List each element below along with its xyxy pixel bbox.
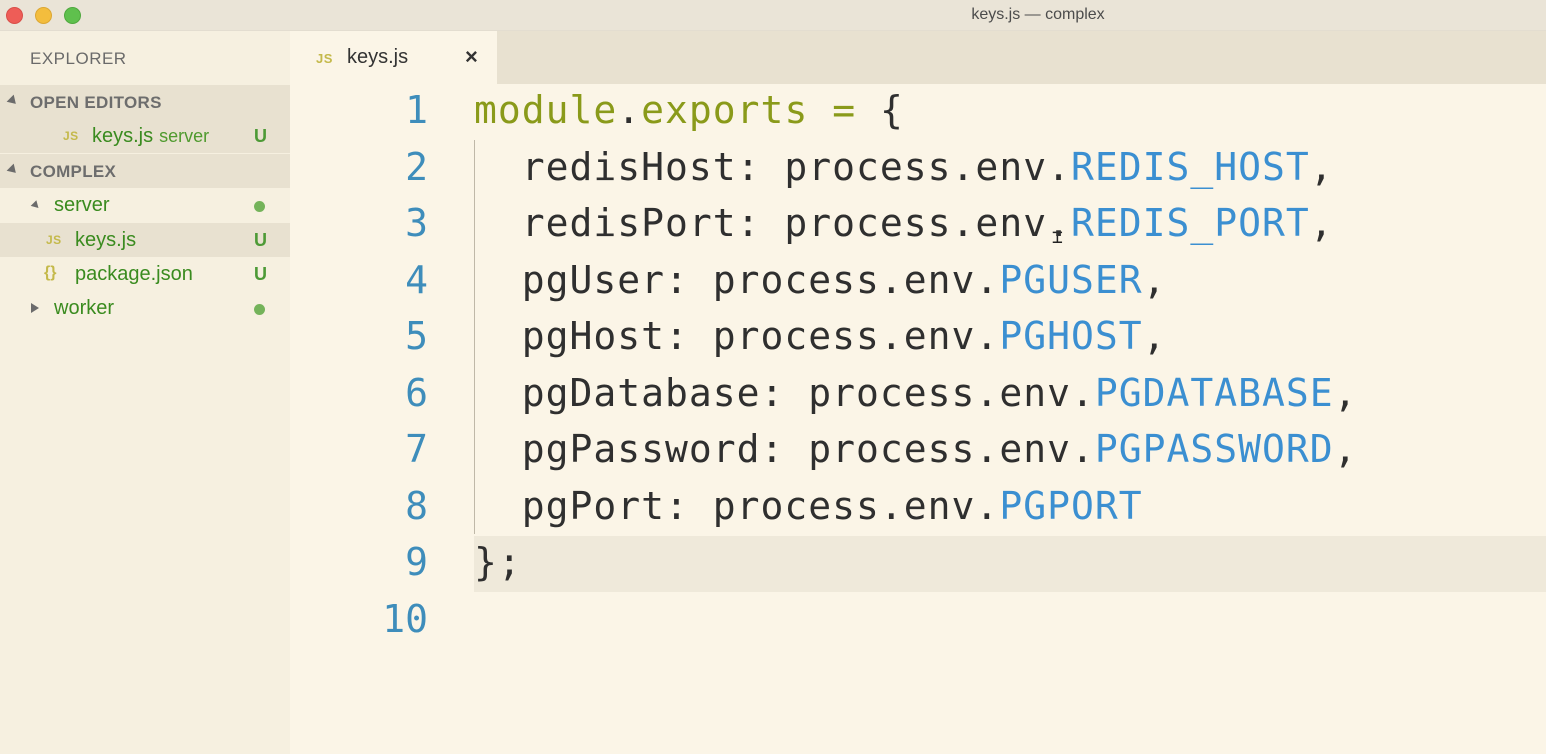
code-text: redisPort: process.env.REDIS_PORT, [474, 201, 1334, 245]
open-editor-item-keys-js[interactable]: JS keys.js server U [0, 119, 290, 153]
code-editor[interactable]: 1 module.exports = {2 redisHost: process.… [290, 84, 1546, 754]
untracked-badge: U [254, 126, 267, 146]
folder-label: server [54, 194, 110, 216]
code-token: exports [641, 88, 809, 132]
line-number: 8 [405, 484, 428, 528]
code-token: module [474, 88, 618, 132]
env-var-token: PGPORT [999, 484, 1143, 528]
project-name-label: COMPLEX [30, 162, 117, 181]
chevron-down-icon [6, 163, 20, 177]
code-line[interactable]: 7 pgPassword: process.env.PGPASSWORD, [290, 423, 1546, 479]
code-text: }; [474, 540, 522, 584]
folder-server[interactable]: server [0, 188, 290, 222]
open-editor-folder-desc: server [159, 126, 210, 146]
tab-keys-js[interactable]: JS keys.js × [290, 31, 497, 84]
code-token: , [1142, 314, 1167, 358]
explorer-title: EXPLORER [30, 49, 127, 68]
code-text: pgPort: process.env.PGPORT [474, 484, 1143, 528]
code-token: . [617, 88, 642, 132]
code-line[interactable]: 3 redisPort: process.env.REDIS_PORT, [290, 197, 1546, 253]
code-token: { [879, 88, 904, 132]
code-token: , [1309, 145, 1334, 189]
editor-tab-bar: JS keys.js × [290, 31, 1546, 84]
code-line[interactable]: 1 module.exports = { [290, 84, 1546, 140]
code-token: pgUser: process.env. [474, 258, 1000, 302]
title-bar: keys.js — complex [0, 0, 1546, 31]
tab-label: keys.js [347, 46, 409, 68]
code-text: pgPassword: process.env.PGPASSWORD, [474, 427, 1358, 471]
code-token: pgPort: process.env. [474, 484, 1000, 528]
modified-dot-icon [254, 304, 265, 315]
line-number: 5 [405, 314, 428, 358]
code-token: = [808, 88, 880, 132]
code-text: redisHost: process.env.REDIS_HOST, [474, 145, 1334, 189]
code-line[interactable]: 8 pgPort: process.env.PGPORT [290, 480, 1546, 536]
code-token: pgDatabase: process.env. [474, 371, 1095, 415]
line-number: 2 [405, 145, 428, 189]
chevron-down-icon [30, 200, 42, 211]
close-icon[interactable]: × [465, 44, 478, 70]
env-var-token: PGHOST [999, 314, 1143, 358]
code-line[interactable]: 4 pgUser: process.env.PGUSER, [290, 254, 1546, 310]
open-editors-label: OPEN EDITORS [30, 93, 162, 112]
code-line[interactable]: 2 redisHost: process.env.REDIS_HOST, [290, 141, 1546, 197]
code-token: redisPort: process.env. [474, 201, 1071, 245]
env-var-token: PGDATABASE [1094, 371, 1334, 415]
untracked-badge: U [254, 230, 267, 250]
js-file-icon: JS [63, 129, 79, 143]
code-token: pgPassword: process.env. [474, 427, 1095, 471]
code-token: , [1333, 427, 1358, 471]
explorer-sidebar: EXPLORER OPEN EDITORS JS keys.js server U… [0, 31, 290, 754]
code-token: redisHost: process.env. [474, 145, 1071, 189]
code-token: pgHost: process.env. [474, 314, 1000, 358]
chevron-right-icon [31, 303, 39, 313]
env-var-token: REDIS_PORT [1070, 201, 1310, 245]
chevron-down-icon [6, 94, 20, 108]
code-line[interactable]: 9}; [290, 536, 1546, 592]
line-number: 7 [405, 427, 428, 471]
env-var-token: PGUSER [999, 258, 1143, 302]
code-token: }; [474, 540, 522, 584]
json-file-icon: {} [44, 264, 57, 281]
line-number: 6 [405, 371, 428, 415]
js-file-icon: JS [316, 51, 333, 66]
file-label: package.json [75, 263, 193, 285]
line-number: 9 [405, 540, 428, 584]
code-text: pgHost: process.env.PGHOST, [474, 314, 1167, 358]
code-text: pgUser: process.env.PGUSER, [474, 258, 1167, 302]
code-line[interactable]: 5 pgHost: process.env.PGHOST, [290, 310, 1546, 366]
code-line[interactable]: 10 [290, 593, 1546, 649]
code-text: module.exports = { [474, 88, 904, 132]
window-title: keys.js — complex [971, 6, 1105, 23]
folder-label: worker [54, 297, 115, 319]
line-number: 3 [405, 201, 428, 245]
env-var-token: PGPASSWORD [1094, 427, 1334, 471]
line-number: 4 [405, 258, 428, 302]
folder-worker[interactable]: worker [0, 291, 290, 325]
modified-dot-icon [254, 201, 265, 212]
file-keys-js[interactable]: JS keys.js U [0, 223, 290, 257]
project-section-header[interactable]: COMPLEX [0, 154, 290, 188]
env-var-token: REDIS_HOST [1070, 145, 1310, 189]
open-editor-filename: keys.js [92, 125, 154, 147]
line-number: 1 [405, 88, 428, 132]
untracked-badge: U [254, 264, 267, 284]
code-line[interactable]: 6 pgDatabase: process.env.PGDATABASE, [290, 367, 1546, 423]
code-token: , [1333, 371, 1358, 415]
code-text: pgDatabase: process.env.PGDATABASE, [474, 371, 1358, 415]
code-token: , [1309, 201, 1334, 245]
line-number: 10 [382, 597, 428, 641]
code-token: , [1142, 258, 1167, 302]
js-file-icon: JS [46, 233, 62, 247]
file-package-json[interactable]: {} package.json U [0, 257, 290, 291]
file-label: keys.js [75, 229, 137, 251]
open-editors-section-header[interactable]: OPEN EDITORS [0, 85, 290, 119]
